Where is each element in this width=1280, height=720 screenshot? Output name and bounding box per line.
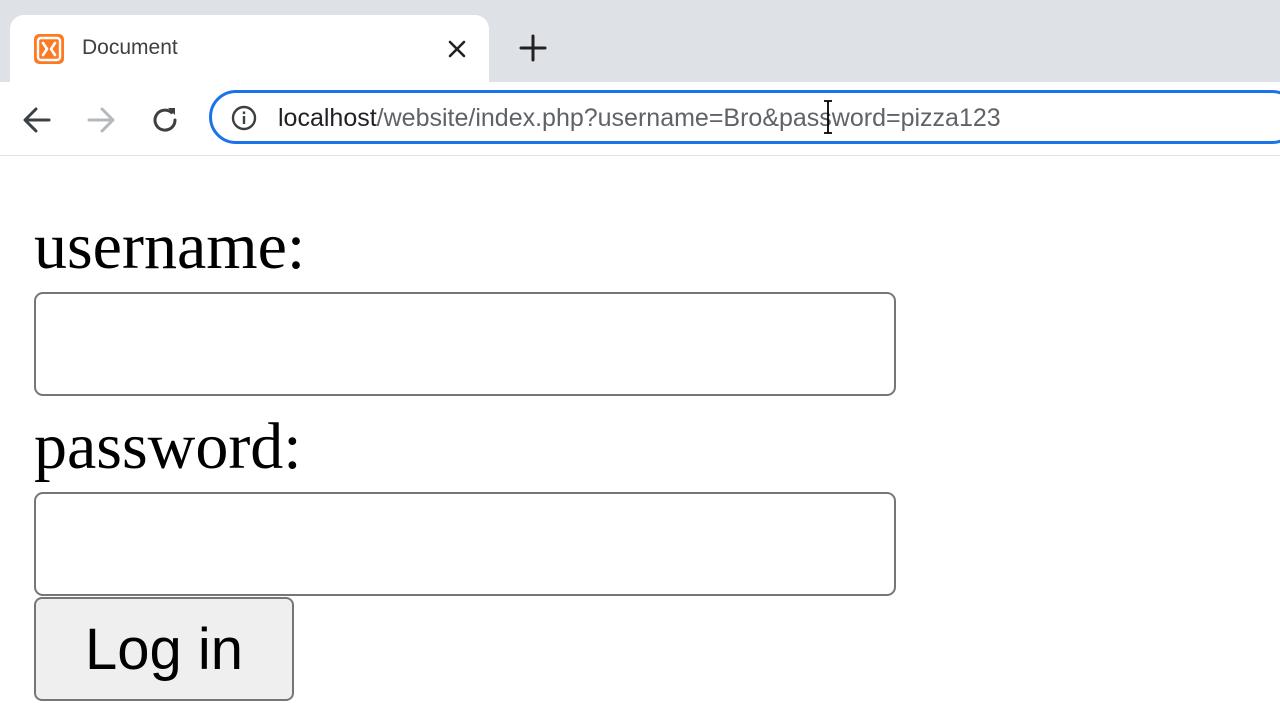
browser-tab[interactable]: Document xyxy=(10,15,489,82)
xampp-icon xyxy=(34,34,64,64)
address-bar-url[interactable]: localhost/website/index.php?username=Bro… xyxy=(278,102,1001,134)
arrow-right-icon[interactable] xyxy=(83,102,119,138)
username-label: username: xyxy=(34,210,306,283)
plus-icon[interactable] xyxy=(518,33,548,63)
url-path: /website/index.php?username=Bro&password… xyxy=(376,104,1001,132)
url-host: localhost xyxy=(278,104,377,132)
tab-strip: Document xyxy=(0,0,1280,82)
page-content: username: password: Log in xyxy=(0,156,1280,720)
username-input[interactable] xyxy=(34,292,896,396)
login-button[interactable]: Log in xyxy=(34,597,294,701)
info-icon[interactable] xyxy=(231,105,257,131)
reload-icon[interactable] xyxy=(147,102,183,138)
password-label: password: xyxy=(34,410,302,483)
address-bar[interactable]: localhost/website/index.php?username=Bro… xyxy=(209,90,1280,144)
arrow-left-icon[interactable] xyxy=(19,102,55,138)
text-cursor-icon xyxy=(824,100,832,134)
password-input[interactable] xyxy=(34,492,896,596)
close-icon[interactable] xyxy=(445,37,469,61)
tab-title: Document xyxy=(82,36,178,59)
browser-toolbar: localhost/website/index.php?username=Bro… xyxy=(0,82,1280,156)
